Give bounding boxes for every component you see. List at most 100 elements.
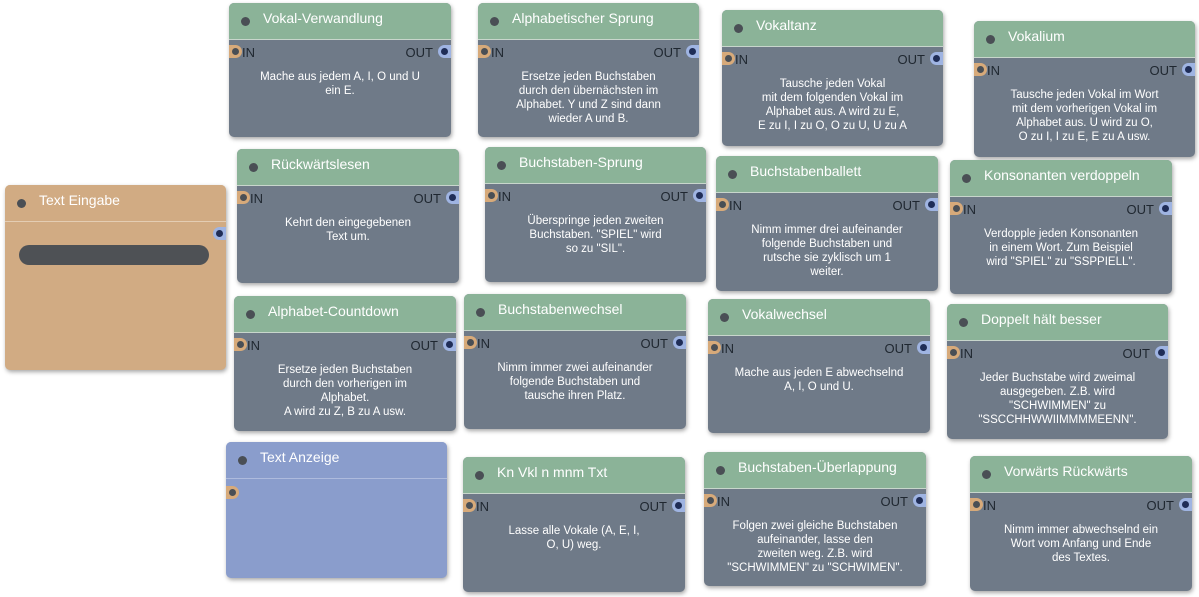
node-description: Ersetze jeden Buchstaben durch den vorhe…: [277, 364, 413, 418]
node-header[interactable]: Vokalwechsel: [708, 299, 930, 336]
out-label: OUT: [410, 338, 438, 353]
input-port[interactable]: [970, 498, 983, 511]
transform-node[interactable]: Buchstabenwechsel IN OUT Nimm immer zwei …: [464, 294, 686, 429]
input-port[interactable]: [947, 346, 960, 359]
text-input-node[interactable]: Text Eingabe: [5, 185, 226, 370]
in-label: IN: [242, 45, 255, 60]
node-header[interactable]: Vorwärts Rückwärts: [970, 456, 1192, 493]
node-description: Nimm immer abwechselnd ein Wort vom Anfa…: [1003, 524, 1159, 564]
in-label: IN: [247, 338, 260, 353]
node-header[interactable]: Buchstaben-Überlappung: [704, 452, 926, 489]
output-port[interactable]: [930, 52, 943, 65]
out-label: OUT: [892, 198, 920, 213]
transform-node[interactable]: Buchstaben-Überlappung IN OUT Folgen zwei…: [704, 452, 926, 586]
input-port[interactable]: [234, 338, 247, 351]
transform-node[interactable]: Vokalwechsel IN OUT Mache aus jeden E abw…: [708, 299, 930, 433]
node-header[interactable]: Buchstabenballett: [716, 156, 938, 193]
node-header[interactable]: Buchstaben-Sprung: [485, 147, 706, 184]
input-port[interactable]: [950, 202, 963, 215]
input-port[interactable]: [722, 52, 735, 65]
node-description: Nimm immer zwei aufeinander folgende Buc…: [497, 362, 653, 402]
node-header[interactable]: Vokalium: [974, 21, 1195, 58]
node-description: Ersetze jeden Buchstaben durch den übern…: [516, 71, 661, 125]
input-port[interactable]: [704, 494, 717, 507]
output-port[interactable]: [1182, 63, 1195, 76]
output-port[interactable]: [673, 336, 686, 349]
transform-node[interactable]: Vokaltanz IN OUT Tausche jeden Vokal mit …: [722, 10, 943, 146]
transform-node[interactable]: Kn Vkl n mnm Txt IN OUT Lasse alle Vokale…: [463, 457, 685, 592]
node-header[interactable]: Alphabetischer Sprung: [478, 3, 699, 40]
transform-node[interactable]: Vorwärts Rückwärts IN OUT Nimm immer abwe…: [970, 456, 1192, 591]
transform-node[interactable]: Konsonanten verdoppeln IN OUT Verdopple j…: [950, 160, 1172, 294]
transform-node[interactable]: Buchstabenballett IN OUT Nimm immer drei …: [716, 156, 938, 291]
node-description: Mache aus jeden E abwechselnd A, I, O un…: [734, 367, 904, 393]
node-header[interactable]: Rückwärtslesen: [237, 149, 459, 186]
in-label: IN: [735, 52, 748, 67]
input-port[interactable]: [229, 45, 242, 58]
node-description: Folgen zwei gleiche Buchstaben aufeinand…: [727, 520, 903, 574]
node-status-dot: [962, 174, 971, 183]
transform-node[interactable]: Vokalium IN OUT Tausche jeden Vokal im Wo…: [974, 21, 1195, 157]
output-port[interactable]: [443, 338, 456, 351]
in-label: IN: [250, 191, 263, 206]
output-port[interactable]: [693, 189, 706, 202]
out-label: OUT: [639, 499, 667, 514]
node-status-dot: [986, 35, 995, 44]
output-port[interactable]: [438, 45, 451, 58]
input-port[interactable]: [716, 198, 729, 211]
text-input-field[interactable]: [19, 245, 209, 265]
node-header[interactable]: Vokal-Verwandlung: [229, 3, 451, 40]
node-status-dot: [475, 471, 484, 480]
input-port[interactable]: [463, 499, 476, 512]
output-port[interactable]: [686, 45, 699, 58]
transform-node[interactable]: Alphabetischer Sprung IN OUT Ersetze jede…: [478, 3, 699, 137]
input-port[interactable]: [478, 45, 491, 58]
out-label: OUT: [1122, 346, 1150, 361]
node-title: Buchstaben-Sprung: [519, 154, 643, 170]
output-port[interactable]: [1179, 498, 1192, 511]
output-port[interactable]: [1159, 202, 1172, 215]
node-header[interactable]: Text Anzeige: [226, 442, 447, 479]
node-header[interactable]: Vokaltanz: [722, 10, 943, 47]
in-label: IN: [963, 202, 976, 217]
input-port[interactable]: [485, 189, 498, 202]
node-title: Text Eingabe: [39, 192, 120, 208]
output-port[interactable]: [925, 198, 938, 211]
input-port[interactable]: [708, 341, 721, 354]
in-label: IN: [498, 189, 511, 204]
transform-node[interactable]: Alphabet-Countdown IN OUT Ersetze jeden B…: [234, 296, 456, 431]
transform-node[interactable]: Doppelt hält besser IN OUT Jeder Buchstab…: [947, 304, 1168, 439]
transform-node[interactable]: Buchstaben-Sprung IN OUT Überspringe jede…: [485, 147, 706, 282]
node-status-dot: [959, 318, 968, 327]
text-display-node[interactable]: Text Anzeige: [226, 442, 447, 578]
node-description: Tausche jeden Vokal mit dem folgenden Vo…: [758, 78, 907, 132]
node-header[interactable]: Alphabet-Countdown: [234, 296, 456, 333]
node-title: Text Anzeige: [260, 449, 340, 465]
output-port[interactable]: [672, 499, 685, 512]
output-port[interactable]: [213, 227, 226, 240]
output-port[interactable]: [446, 191, 459, 204]
node-header[interactable]: Kn Vkl n mnm Txt: [463, 457, 685, 494]
node-header[interactable]: Text Eingabe: [5, 185, 226, 222]
transform-node[interactable]: Vokal-Verwandlung IN OUT Mache aus jedem …: [229, 3, 451, 137]
node-header[interactable]: Doppelt hält besser: [947, 304, 1168, 341]
output-port[interactable]: [913, 494, 926, 507]
in-label: IN: [717, 494, 730, 509]
node-status-dot: [497, 161, 506, 170]
node-header[interactable]: Buchstabenwechsel: [464, 294, 686, 331]
node-status-dot: [249, 163, 258, 172]
node-header[interactable]: Konsonanten verdoppeln: [950, 160, 1172, 197]
transform-node[interactable]: Rückwärtslesen IN OUT Kehrt den eingegebe…: [237, 149, 459, 283]
out-label: OUT: [1149, 63, 1177, 78]
node-status-dot: [246, 310, 255, 319]
input-port[interactable]: [237, 191, 250, 204]
output-port[interactable]: [1155, 346, 1168, 359]
output-port[interactable]: [917, 341, 930, 354]
input-port[interactable]: [226, 486, 239, 499]
input-port[interactable]: [464, 336, 477, 349]
input-port[interactable]: [974, 63, 987, 76]
out-label: OUT: [1146, 498, 1174, 513]
node-title: Vokalwechsel: [742, 306, 827, 322]
out-label: OUT: [405, 45, 433, 60]
out-label: OUT: [884, 341, 912, 356]
